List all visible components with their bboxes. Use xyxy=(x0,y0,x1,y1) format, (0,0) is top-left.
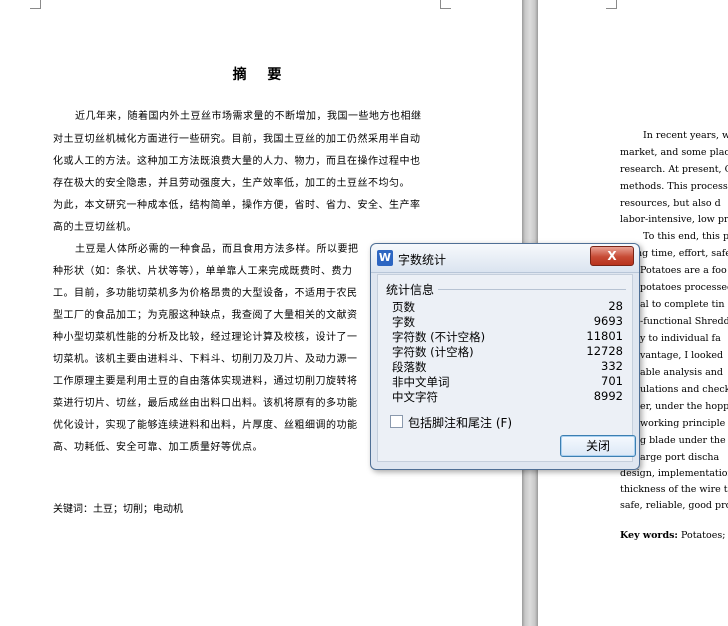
english-keywords-label: Key words: xyxy=(620,530,678,541)
english-line: thickness of the wire t xyxy=(620,484,728,495)
group-divider xyxy=(438,289,626,290)
abstract-line: 高、功耗低、安全可靠、加工质量好等优点。 xyxy=(53,442,263,453)
crop-mark xyxy=(30,0,41,9)
abstract-line: 工作原理主要是利用土豆的自由落体实现进料，通过切削刀旋转将 xyxy=(53,376,358,387)
english-line: able analysis and xyxy=(640,367,723,378)
stat-label: 字符数 (不计空格) xyxy=(392,330,486,344)
english-line: To this end, this p xyxy=(643,231,728,242)
crop-mark xyxy=(606,0,617,9)
abstract-line: 高的土豆切丝机。 xyxy=(53,222,137,233)
dialog-body: 统计信息 页数 28 字数 9693 字符数 (不计空格) 11801 字符数 … xyxy=(377,274,636,462)
english-line: safe, reliable, good proc xyxy=(620,500,728,511)
abstract-line: 化或人工的方法。这种加工方法既浪费大量的人力、物力，而且在操作过程中也 xyxy=(53,156,421,167)
abstract-line: 切菜机。该机主要由进料斗、下料斗、切削刀及刀片、及动力源一 xyxy=(53,354,358,365)
dialog-title: 字数统计 xyxy=(398,253,447,267)
stat-label: 段落数 xyxy=(392,360,427,374)
stats-group-title: 统计信息 xyxy=(386,283,435,297)
abstract-line: 工。目前，多功能切菜机多为价格昂贵的大型设备，不适用于农民 xyxy=(53,288,358,299)
english-line: al to complete tin xyxy=(640,299,725,310)
english-line: labor-intensive, low pro xyxy=(620,214,728,225)
abstract-line: 存在极大的安全隐患，并且劳动强度大，生产效率低，加工的土豆丝不均匀。 xyxy=(53,178,410,189)
stat-label: 非中文单词 xyxy=(392,375,450,389)
english-line: arge port discha xyxy=(640,452,720,463)
abstract-line: 对土豆切丝机械化方面进行一些研究。目前，我国土豆丝的加工仍然采用半自动 xyxy=(53,134,421,145)
stat-value: 9693 xyxy=(593,314,623,328)
stat-value: 12728 xyxy=(586,344,623,358)
english-line: ng time, effort, safe xyxy=(636,248,728,259)
stat-row-paragraphs: 段落数 332 xyxy=(392,359,623,374)
english-keywords: Key words: Potatoes; xyxy=(620,530,725,541)
english-line: resources, but also d xyxy=(620,198,721,209)
abstract-line: 近几年来，随着国内外土豆丝市场需求量的不断增加，我国一些地方也相继 xyxy=(75,111,422,122)
stat-row-non-chinese-words: 非中文单词 701 xyxy=(392,374,623,389)
abstract-line: 型工厂的食品加工；为克服这种缺点，我查阅了大量相关的文献资 xyxy=(53,310,358,321)
english-line: -functional Shredd xyxy=(640,316,728,327)
english-line: g blade under the xyxy=(640,435,726,446)
word-count-dialog: W 字数统计 X 统计信息 页数 28 字数 9693 字符数 (不计空格) 1… xyxy=(370,243,640,470)
abstract-line: 菜进行切片、切丝，最后成丝由出料口出料。该机将原有的多功能 xyxy=(53,398,358,409)
close-button[interactable]: 关闭 xyxy=(560,435,636,457)
stat-value: 701 xyxy=(601,374,623,388)
abstract-title: 摘 要 xyxy=(232,67,290,83)
english-line: ulations and check xyxy=(640,384,728,395)
abstract-line: 优化设计，实现了能够连续进料和出料，片厚度、丝粗细调的功能 xyxy=(53,420,358,431)
stat-row-words: 字数 9693 xyxy=(392,314,623,329)
stat-value: 28 xyxy=(608,299,623,313)
stat-value: 8992 xyxy=(593,389,623,403)
stat-value: 11801 xyxy=(586,329,623,343)
stat-row-chars-no-spaces: 字符数 (不计空格) 11801 xyxy=(392,329,623,344)
stat-row-chars-with-spaces: 字符数 (计空格) 12728 xyxy=(392,344,623,359)
english-line: vantage, I looked xyxy=(640,350,724,361)
stat-label: 页数 xyxy=(392,300,415,314)
stat-value: 332 xyxy=(601,359,623,373)
wps-writer-icon: W xyxy=(377,250,393,266)
stat-row-pages: 页数 28 xyxy=(392,299,623,314)
english-line: Potatoes are a foo xyxy=(640,265,727,276)
stat-label: 字符数 (计空格) xyxy=(392,345,474,359)
dialog-titlebar[interactable]: W 字数统计 X xyxy=(371,244,639,273)
english-line: working principle xyxy=(640,418,726,429)
stat-row-chinese-chars: 中文字符 8992 xyxy=(392,389,623,404)
english-line: In recent years, wi xyxy=(643,130,728,141)
abstract-line: 为此，本文研究一种成本低，结构简单，操作方便，省时、省力、安全、生产率 xyxy=(53,200,421,211)
close-icon[interactable]: X xyxy=(590,246,634,266)
english-line: methods. This processi xyxy=(620,181,728,192)
english-line: market, and some plac xyxy=(620,147,728,158)
crop-mark xyxy=(440,0,451,9)
abstract-line: 土豆是人体所必需的一种食品，而且食用方法多样。所以要把 xyxy=(75,244,359,255)
english-line: research. At present, C xyxy=(620,164,728,175)
english-keywords-value: Potatoes; xyxy=(680,530,726,541)
english-line: y to individual fa xyxy=(640,333,721,344)
english-line: er, under the hoppe xyxy=(640,401,728,412)
include-footnotes-label[interactable]: 包括脚注和尾注 (F) xyxy=(408,414,512,431)
abstract-line: 种小型切菜机性能的分析及比较，经过理论计算及校核，设计了一 xyxy=(53,332,358,343)
stat-label: 字数 xyxy=(392,315,415,329)
english-line: potatoes processed xyxy=(640,282,728,293)
stat-label: 中文字符 xyxy=(392,390,438,404)
keywords: 关键词：土豆；切削；电动机 xyxy=(53,504,183,515)
include-footnotes-checkbox[interactable] xyxy=(390,415,403,428)
abstract-line: 种形状（如：条状、片状等等），单单靠人工来完成既费时、费力 xyxy=(53,266,353,277)
